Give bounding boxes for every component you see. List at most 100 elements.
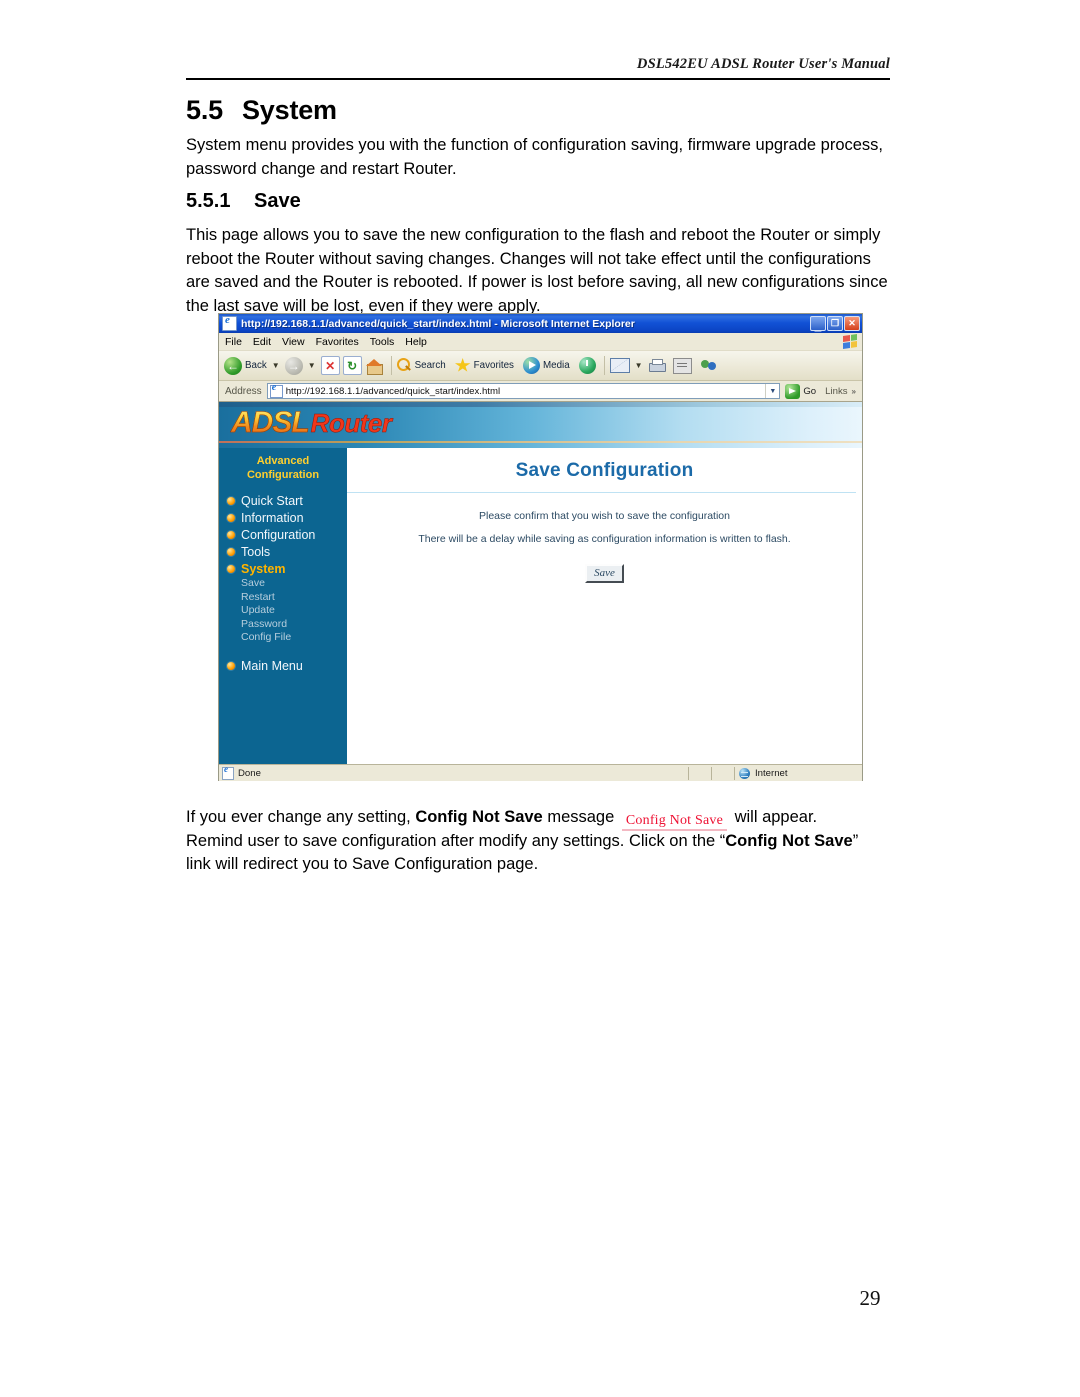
section-title: System	[242, 95, 337, 125]
mail-icon	[609, 358, 630, 373]
go-button-label: Go	[803, 385, 817, 397]
home-button[interactable]	[365, 358, 383, 375]
browser-titlebar: http://192.168.1.1/advanced/quick_start/…	[219, 314, 862, 333]
menu-item-file[interactable]: File	[225, 336, 242, 348]
menu-item-tools[interactable]: Tools	[370, 336, 395, 348]
closing-line-3: link will redirect you to Save Configura…	[186, 855, 539, 873]
browser-window-screenshot: http://192.168.1.1/advanced/quick_start/…	[218, 313, 863, 781]
sidebar-item-main-menu[interactable]: Main Menu	[219, 658, 347, 675]
address-dropdown-caret-icon[interactable]: ▼	[765, 384, 780, 398]
messenger-icon	[700, 358, 717, 373]
config-not-save-badge[interactable]: Config Not Save	[621, 811, 727, 831]
page-number: 29	[859, 1286, 881, 1310]
menu-item-edit[interactable]: Edit	[253, 336, 271, 348]
menu-item-view[interactable]: View	[282, 336, 305, 348]
favorites-button-label: Favorites	[473, 360, 514, 371]
globe-icon	[739, 767, 750, 779]
browser-addressbar: Address http://192.168.1.1/advanced/quic…	[219, 381, 862, 402]
router-banner: ADSLRouter	[219, 402, 862, 448]
messenger-button[interactable]	[700, 358, 717, 373]
subsection-title: Save	[254, 190, 301, 212]
mail-dropdown-caret-icon[interactable]: ▼	[635, 361, 643, 370]
menu-item-favorites[interactable]: Favorites	[316, 336, 359, 348]
windows-flag-icon	[843, 334, 857, 349]
edit-page-icon	[672, 357, 692, 374]
sidebar-heading: Advanced Configuration	[219, 450, 347, 492]
search-button[interactable]: Search	[396, 358, 446, 373]
go-button[interactable]: Go	[785, 383, 817, 399]
subsection-heading: 5.5.1 Save	[186, 190, 301, 213]
back-button[interactable]: ← Back	[224, 356, 267, 375]
media-icon	[522, 357, 540, 374]
logo-text-adsl: ADSL	[231, 406, 310, 440]
forward-button[interactable]: →	[284, 356, 303, 375]
forward-dropdown-caret-icon[interactable]: ▼	[308, 361, 316, 370]
links-chevron-icon[interactable]: »	[852, 387, 856, 396]
sidebar-item-information[interactable]: Information	[219, 509, 347, 526]
closing-line-2: Remind user to save configuration after …	[186, 830, 894, 854]
back-dropdown-caret-icon[interactable]: ▼	[272, 361, 280, 370]
closing-text-b: message	[542, 808, 619, 826]
sidebar-item-label: Main Menu	[241, 659, 303, 673]
bullet-icon	[227, 513, 235, 522]
page-icon	[269, 382, 283, 398]
menu-item-help[interactable]: Help	[405, 336, 427, 348]
closing-text-c: will appear.	[729, 808, 818, 826]
logo-text-router: Router	[310, 408, 392, 439]
subsection-body-paragraph: This page allows you to save the new con…	[186, 226, 888, 315]
page-title: 5.5 System	[186, 95, 337, 126]
closing-text-e: ”	[852, 831, 859, 850]
favorites-button[interactable]: Favorites	[454, 358, 514, 373]
sidebar-subitem-config-file[interactable]: Config File	[219, 631, 347, 645]
sidebar-subitem-update[interactable]: Update	[219, 604, 347, 618]
browser-menubar: File Edit View Favorites Tools Help	[219, 333, 862, 351]
page-viewport: ADSLRouter Advanced Configuration Quick …	[219, 402, 862, 764]
router-content-pane: Save Configuration Please confirm that y…	[347, 448, 862, 764]
sidebar-subitem-save[interactable]: Save	[219, 577, 347, 591]
address-input[interactable]: http://192.168.1.1/advanced/quick_start/…	[266, 382, 781, 399]
refresh-icon: ↻	[342, 356, 362, 375]
toolbar-separator-2	[603, 356, 605, 375]
bullet-icon	[227, 662, 235, 670]
sidebar-item-quick-start[interactable]: Quick Start	[219, 492, 347, 509]
ie-logo-icon	[222, 314, 237, 331]
print-button[interactable]	[648, 358, 666, 373]
mail-button[interactable]	[609, 358, 630, 373]
closing-line-1: If you ever change any setting, Config N…	[186, 806, 894, 831]
close-icon: ✕	[848, 318, 856, 328]
star-icon	[454, 358, 471, 372]
sidebar-subitem-password[interactable]: Password	[219, 618, 347, 632]
section-intro-paragraph: System menu provides you with the functi…	[186, 136, 884, 178]
window-controls: _ ❐ ✕	[810, 316, 860, 332]
running-header: DSL542EU ADSL Router User's Manual	[636, 56, 890, 72]
security-zone-panel: Internet	[734, 766, 862, 780]
edit-button[interactable]	[672, 357, 692, 374]
minimize-button[interactable]: _	[810, 316, 826, 332]
media-button[interactable]: Media	[522, 357, 570, 374]
refresh-button[interactable]: ↻	[342, 356, 362, 375]
section-number: 5.5	[186, 95, 223, 125]
links-label[interactable]: Links	[825, 386, 847, 397]
sidebar-subitem-restart[interactable]: Restart	[219, 591, 347, 605]
history-clock-icon	[578, 357, 596, 374]
closing-text-d: Remind user to save configuration after …	[186, 831, 726, 850]
save-button[interactable]: Save	[585, 564, 624, 583]
stop-button[interactable]: ✕	[320, 356, 340, 375]
save-button-container: Save	[347, 563, 862, 583]
address-label: Address	[225, 385, 262, 397]
close-button[interactable]: ✕	[844, 316, 860, 331]
bullet-icon	[227, 496, 235, 505]
sidebar-item-configuration[interactable]: Configuration	[219, 526, 347, 543]
banner-divider	[219, 441, 862, 443]
sidebar-item-label: Configuration	[241, 527, 316, 542]
security-zone-label: Internet	[755, 767, 788, 779]
maximize-button[interactable]: ❐	[827, 316, 843, 331]
back-arrow-icon: ←	[224, 356, 242, 375]
history-button[interactable]	[578, 357, 596, 374]
search-button-label: Search	[414, 360, 446, 371]
sidebar-item-tools[interactable]: Tools	[219, 543, 347, 560]
sidebar-item-system[interactable]: System	[219, 560, 347, 577]
bullet-icon	[227, 564, 235, 573]
media-button-label: Media	[542, 360, 570, 371]
